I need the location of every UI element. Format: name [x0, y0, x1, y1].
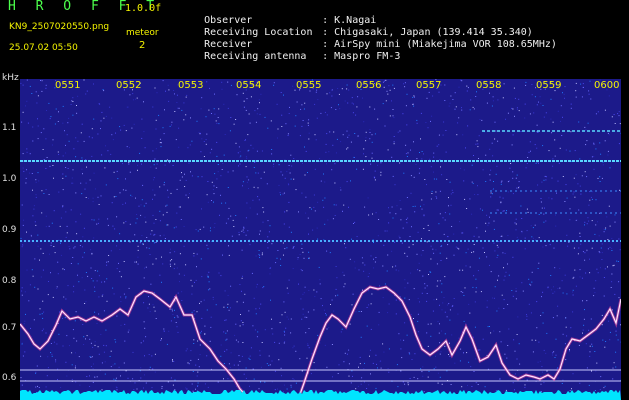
time-tick-label: 0551 [55, 80, 81, 91]
hrofft-window: H R O F F T 1.0.0f KN9_2507020550.png me… [0, 0, 629, 400]
y-tick-label: 0.7 [2, 323, 17, 333]
time-tick-label: 0600 [594, 80, 620, 91]
time-tick-label: 0558 [476, 80, 502, 91]
time-tick-label: 0553 [178, 80, 204, 91]
time-tick-label: 0556 [356, 80, 382, 91]
time-tick-label: 0559 [536, 80, 562, 91]
y-tick-label: 1.0 [2, 174, 17, 184]
y-tick-label: 1.1 [2, 123, 17, 133]
y-axis-unit: kHz [2, 73, 19, 83]
capture-datetime: 25.07.02 05:50 [9, 43, 78, 53]
y-tick-label: 0.6 [2, 373, 17, 383]
spectrogram-background [20, 79, 621, 400]
spectrogram-plot [20, 79, 621, 400]
time-tick-label: 0552 [116, 80, 142, 91]
meteor-count-value: 2 [139, 40, 146, 51]
time-tick-label: 0557 [416, 80, 442, 91]
y-tick-label: 0.9 [2, 225, 17, 235]
file-name: KN9_2507020550.png [9, 22, 110, 32]
info-value: : Maspro FM-3 [322, 51, 401, 62]
info-row-antenna: Receiving antenna : Maspro FM-3 [180, 40, 400, 73]
y-tick-label: 0.8 [2, 276, 17, 286]
time-tick-label: 0554 [236, 80, 262, 91]
info-label: Receiving antenna [204, 51, 307, 62]
app-version: 1.0.0f [125, 3, 162, 14]
meteor-count-label: meteor [126, 28, 159, 38]
time-tick-label: 0555 [296, 80, 322, 91]
